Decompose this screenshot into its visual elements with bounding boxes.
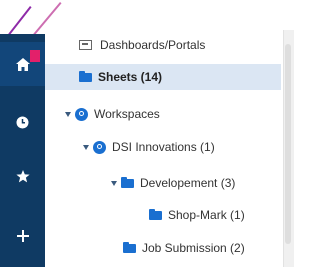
tree-item-shop-mark[interactable]: Shop-Mark (1) xyxy=(45,202,281,228)
nav-favorites[interactable] xyxy=(0,154,45,198)
tree-item-job-submission[interactable]: Job Submission (2) xyxy=(45,235,281,261)
tree-item-label: Sheets (14) xyxy=(98,70,163,84)
notification-flag xyxy=(30,50,40,62)
browse-tree-panel: Dashboards/Portals Sheets (14) Workspace… xyxy=(45,30,281,267)
star-icon xyxy=(15,169,30,183)
folder-icon xyxy=(121,176,134,188)
tree-item-workspaces[interactable]: Workspaces xyxy=(45,101,281,127)
dashboard-icon xyxy=(79,40,92,50)
tree-item-label: Developement (3) xyxy=(140,176,236,190)
folder-icon xyxy=(79,70,92,82)
folder-icon xyxy=(149,208,162,220)
tree-item-dashboards[interactable]: Dashboards/Portals xyxy=(45,32,281,58)
tree-item-developement[interactable]: Developement (3) xyxy=(45,170,281,196)
folder-icon xyxy=(123,241,136,253)
tree-item-sheets[interactable]: Sheets (14) xyxy=(45,64,281,90)
nav-rail xyxy=(0,34,45,267)
caret-down-icon[interactable] xyxy=(65,111,71,117)
tree-item-label: DSI Innovations (1) xyxy=(112,140,215,154)
nav-recents[interactable] xyxy=(0,100,45,144)
tree-item-label: Workspaces xyxy=(94,107,160,121)
home-icon xyxy=(15,57,30,71)
nav-home[interactable] xyxy=(0,42,45,86)
plus-icon xyxy=(16,230,29,242)
clock-icon xyxy=(16,116,29,129)
workspace-icon xyxy=(93,140,106,154)
caret-down-icon[interactable] xyxy=(83,144,89,150)
tree-item-dsi-innovations[interactable]: DSI Innovations (1) xyxy=(45,134,281,160)
tree-item-label: Job Submission (2) xyxy=(142,241,245,255)
tree-item-label: Dashboards/Portals xyxy=(100,38,206,52)
tree-item-label: Shop-Mark (1) xyxy=(168,208,245,222)
scrollbar-thumb[interactable] xyxy=(285,44,291,244)
nav-create[interactable] xyxy=(0,214,45,258)
workspace-icon xyxy=(75,107,88,121)
caret-down-icon[interactable] xyxy=(111,180,117,186)
